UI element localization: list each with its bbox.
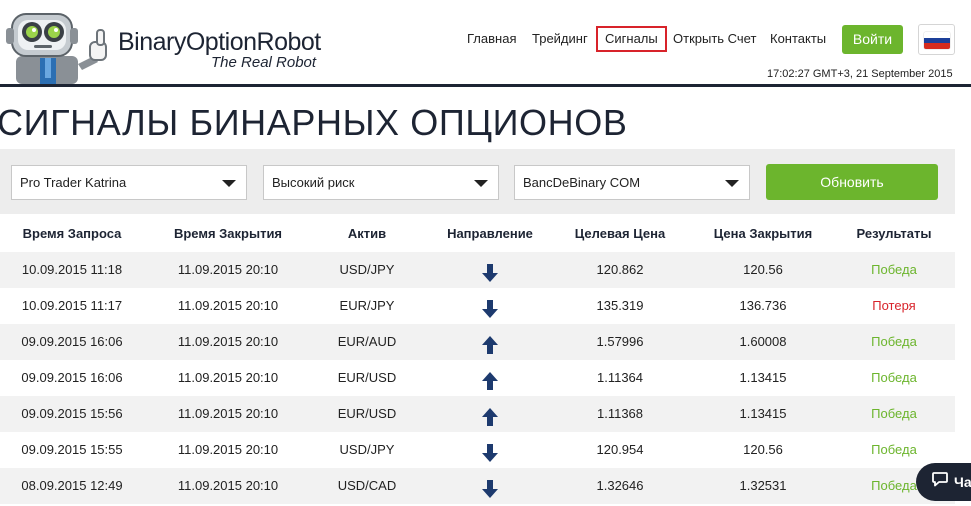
arrow-down-icon xyxy=(482,476,498,506)
close-price-cell: 1.13415 xyxy=(739,406,787,421)
direction-cell xyxy=(420,252,560,288)
nav-item-trading[interactable]: Трейдинг xyxy=(532,26,588,52)
russia-flag-icon xyxy=(924,32,950,49)
result-cell: Потеря xyxy=(872,298,916,313)
target-price-cell: 1.11364 xyxy=(596,370,644,385)
chat-button[interactable]: Ча xyxy=(916,463,971,501)
table-row: 09.09.2015 16:06 11.09.2015 20:10 EUR/USD 1… xyxy=(0,360,955,396)
asset-cell: EUR/AUD xyxy=(337,334,397,349)
asset-cell: USD/JPY xyxy=(339,262,395,277)
column-header-direction: Направление xyxy=(447,226,533,241)
table-row: 09.09.2015 15:56 11.09.2015 20:10 EUR/USD 1… xyxy=(0,396,955,432)
brand-tagline: The Real Robot xyxy=(211,54,317,71)
target-price-cell: 120.954 xyxy=(596,442,644,457)
close-price-cell: 1.60008 xyxy=(739,334,787,349)
column-header-results: Результаты xyxy=(856,226,932,241)
close-time-cell: 11.09.2015 20:10 xyxy=(177,406,279,421)
target-price-cell: 120.862 xyxy=(596,262,644,277)
server-clock: 17:02:27 GMT+3, 21 September 2015 xyxy=(767,68,953,80)
result-cell: Победа xyxy=(871,370,917,385)
target-price-cell: 1.57996 xyxy=(596,334,644,349)
result-cell: Победа xyxy=(871,334,917,349)
close-price-cell: 1.32531 xyxy=(739,478,787,493)
chevron-down-icon xyxy=(474,180,488,187)
filter-bar: Pro Trader Katrina Высокий риск BancDeBi… xyxy=(0,149,955,214)
table-header: Время Запроса Время Закрытия Актив Напра… xyxy=(0,214,955,252)
page-title: СИГНАЛЫ БИНАРНЫХ ОПЦИОНОВ xyxy=(0,102,628,143)
request-time-cell: 09.09.2015 15:55 xyxy=(21,442,123,457)
direction-cell xyxy=(420,432,560,468)
table-row: 10.09.2015 11:18 11.09.2015 20:10 USD/JPY 1… xyxy=(0,252,955,288)
table-row: 10.09.2015 11:17 11.09.2015 20:10 EUR/JPY 1… xyxy=(0,288,955,324)
broker-select[interactable]: BancDeBinary COM xyxy=(514,165,750,200)
request-time-cell: 09.09.2015 16:06 xyxy=(21,334,123,349)
direction-cell xyxy=(420,360,560,396)
table-row: 09.09.2015 15:55 11.09.2015 20:10 USD/JPY 1… xyxy=(0,432,955,468)
nav-item-open-account[interactable]: Открыть Счет xyxy=(673,26,756,52)
target-price-cell: 1.11368 xyxy=(596,406,644,421)
close-time-cell: 11.09.2015 20:10 xyxy=(177,478,279,493)
chevron-down-icon xyxy=(222,180,236,187)
robot-logo-icon[interactable] xyxy=(2,8,116,84)
request-time-cell: 10.09.2015 11:17 xyxy=(21,298,123,313)
column-header-close-time: Время Закрытия xyxy=(173,226,283,241)
result-cell: Победа xyxy=(871,406,917,421)
table-row: 08.09.2015 12:49 11.09.2015 20:10 USD/CAD 1… xyxy=(0,468,955,504)
request-time-cell: 09.09.2015 16:06 xyxy=(21,370,123,385)
header-divider xyxy=(0,84,971,87)
column-header-request-time: Время Запроса xyxy=(22,226,122,241)
close-price-cell: 120.56 xyxy=(743,262,783,277)
asset-cell: EUR/USD xyxy=(337,406,397,421)
brand-name[interactable]: BinaryOptionRobot xyxy=(118,28,321,56)
asset-cell: USD/JPY xyxy=(339,442,395,457)
asset-cell: EUR/JPY xyxy=(339,298,395,313)
close-price-cell: 136.736 xyxy=(739,298,787,313)
close-price-cell: 120.56 xyxy=(743,442,783,457)
close-time-cell: 11.09.2015 20:10 xyxy=(177,370,279,385)
request-time-cell: 09.09.2015 15:56 xyxy=(21,406,123,421)
nav-item-signals[interactable]: Сигналы xyxy=(596,26,667,52)
asset-cell: EUR/USD xyxy=(337,370,397,385)
language-selector[interactable] xyxy=(918,24,955,55)
direction-cell xyxy=(420,324,560,360)
column-header-asset: Актив xyxy=(347,226,387,241)
chevron-down-icon xyxy=(725,180,739,187)
login-button[interactable]: Войти xyxy=(842,25,903,54)
chat-bubble-icon xyxy=(932,463,948,501)
nav-item-contacts[interactable]: Контакты xyxy=(770,26,826,52)
close-time-cell: 11.09.2015 20:10 xyxy=(177,262,279,277)
risk-select[interactable]: Высокий риск xyxy=(263,165,499,200)
table-row: 09.09.2015 16:06 11.09.2015 20:10 EUR/AUD 1… xyxy=(0,324,955,360)
result-cell: Победа xyxy=(871,262,917,277)
trader-select-value: Pro Trader Katrina xyxy=(20,175,127,190)
target-price-cell: 135.319 xyxy=(596,298,644,313)
close-time-cell: 11.09.2015 20:10 xyxy=(177,334,279,349)
column-header-target-price: Целевая Цена xyxy=(574,226,666,241)
chat-label: Ча xyxy=(954,474,971,490)
asset-cell: USD/CAD xyxy=(337,478,397,493)
direction-cell xyxy=(420,396,560,432)
column-header-close-price: Цена Закрытия xyxy=(713,226,813,241)
nav-item-home[interactable]: Главная xyxy=(467,26,516,52)
close-time-cell: 11.09.2015 20:10 xyxy=(177,442,279,457)
broker-select-value: BancDeBinary COM xyxy=(523,175,641,190)
risk-select-value: Высокий риск xyxy=(272,175,355,190)
request-time-cell: 10.09.2015 11:18 xyxy=(21,262,123,277)
close-time-cell: 11.09.2015 20:10 xyxy=(177,298,279,313)
request-time-cell: 08.09.2015 12:49 xyxy=(21,478,123,493)
close-price-cell: 1.13415 xyxy=(739,370,787,385)
refresh-button[interactable]: Обновить xyxy=(766,164,938,200)
direction-cell xyxy=(420,288,560,324)
site-header: BinaryOptionRobot The Real Robot Главная… xyxy=(0,0,971,84)
trader-select[interactable]: Pro Trader Katrina xyxy=(11,165,247,200)
direction-cell xyxy=(420,468,560,504)
target-price-cell: 1.32646 xyxy=(596,478,644,493)
